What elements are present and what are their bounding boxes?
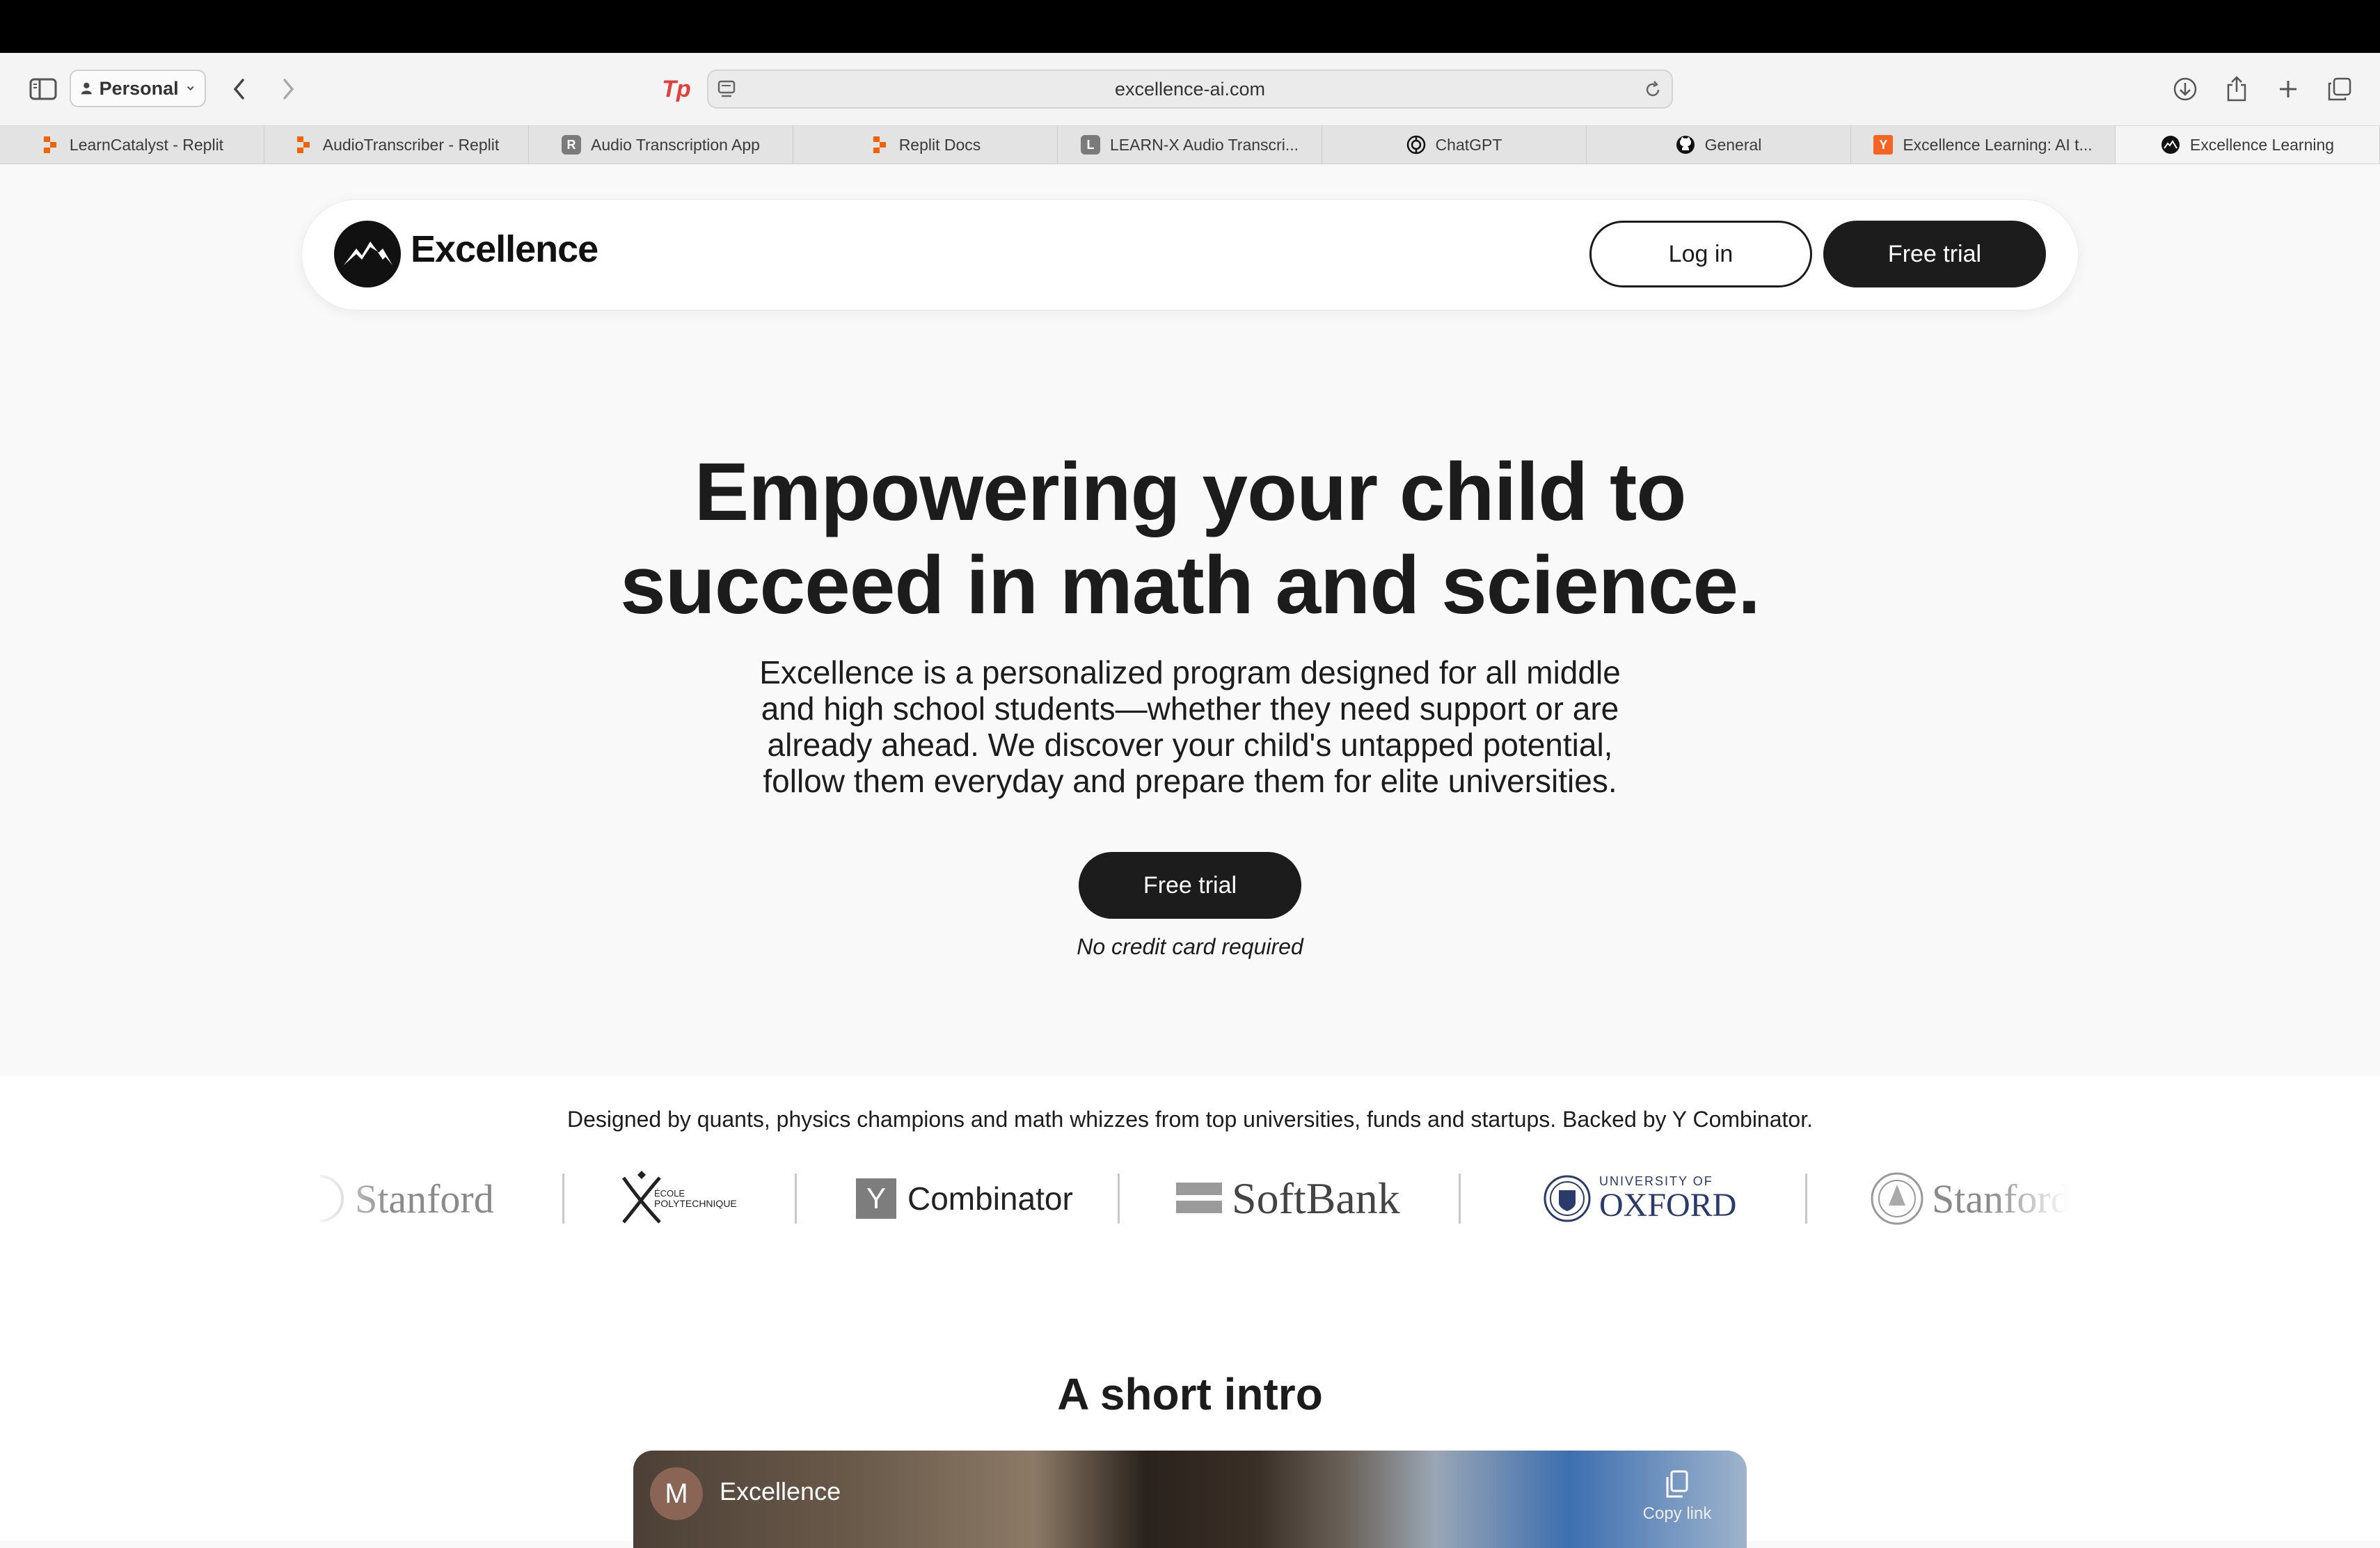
- tab-label: Replit Docs: [898, 135, 981, 154]
- tab-audio-transcription-app[interactable]: R Audio Transcription App: [529, 126, 793, 164]
- logo-divider: [1459, 1174, 1461, 1224]
- chevron-down-icon: [187, 86, 194, 91]
- tab-learn-x[interactable]: L LEARN-X Audio Transcri...: [1058, 126, 1322, 164]
- login-button[interactable]: Log in: [1589, 221, 1812, 287]
- intro-video-player[interactable]: M Excellence Copy link: [633, 1451, 1747, 1548]
- mountain-logo-icon[interactable]: [334, 221, 401, 287]
- polytechnique-logo: ÉCOLE POLYTECHNIQUE: [619, 1155, 737, 1242]
- polytechnique-top-text: ÉCOLE: [654, 1188, 685, 1199]
- video-title[interactable]: Excellence: [720, 1477, 841, 1506]
- system-top-bar: [0, 0, 2380, 53]
- tab-chatgpt[interactable]: ChatGPT: [1322, 126, 1587, 164]
- tab-general[interactable]: General: [1587, 126, 1851, 164]
- replit-icon: [294, 135, 313, 155]
- hero-subtitle-line: and high school students—whether they ne…: [761, 690, 1619, 727]
- tab-label: ChatGPT: [1435, 135, 1502, 154]
- oxford-logo: UNIVERSITY OF OXFORD: [1542, 1155, 1736, 1242]
- oxford-wordmark: OXFORD: [1599, 1187, 1737, 1224]
- page-settings-icon[interactable]: [717, 79, 738, 99]
- hero-subtitle: Excellence is a personalized program des…: [696, 654, 1684, 799]
- openai-icon: [1406, 135, 1426, 155]
- tab-label: Audio Transcription App: [591, 135, 760, 154]
- hero-subtitle-line: already ahead. We discover your child's …: [767, 727, 1613, 763]
- tab-excellence-learning[interactable]: Excellence Learning: [2116, 126, 2380, 164]
- extension-tp-icon[interactable]: Tp: [658, 74, 695, 104]
- share-icon[interactable]: [2221, 72, 2252, 106]
- channel-avatar[interactable]: M: [650, 1467, 703, 1520]
- hero-subtitle-line: Excellence is a personalized program des…: [759, 654, 1621, 690]
- hero-subtitle-line: follow them everyday and prepare them fo…: [763, 763, 1617, 799]
- logo-divider: [562, 1174, 564, 1224]
- yc-wordmark: Combinator: [907, 1180, 1073, 1217]
- excellence-icon: [2161, 135, 2180, 155]
- logo-row-fade-right: [1990, 1155, 2102, 1242]
- hero-free-trial-button[interactable]: Free trial: [1079, 852, 1301, 919]
- profile-selector[interactable]: Personal: [70, 70, 206, 107]
- softbank-bars-icon: [1176, 1183, 1222, 1213]
- ycombinator-logo: Y Combinator: [856, 1155, 1073, 1242]
- hero-title-line: succeed in math and science.: [620, 539, 1761, 631]
- copy-link-label: Copy link: [1642, 1504, 1712, 1523]
- copy-link-button[interactable]: Copy link: [1635, 1469, 1719, 1524]
- reload-icon[interactable]: [1642, 79, 1663, 100]
- hero-title-line: Empowering your child to: [694, 446, 1687, 538]
- github-icon: [1676, 135, 1695, 155]
- site-header: Excellence Log in Free trial: [301, 199, 2079, 310]
- letter-l-icon: L: [1081, 135, 1100, 155]
- polytechnique-bottom-text: POLYTECHNIQUE: [654, 1198, 737, 1209]
- tab-label: Excellence Learning: AI t...: [1903, 135, 2093, 154]
- oxford-top-text: UNIVERSITY OF: [1599, 1174, 1713, 1188]
- tab-label: AudioTranscriber - Replit: [322, 135, 500, 154]
- url-text: excellence-ai.com: [1114, 78, 1266, 100]
- sidebar-toggle-icon[interactable]: [26, 74, 60, 104]
- profile-label: Personal: [99, 77, 179, 99]
- replit-icon: [40, 135, 60, 155]
- tab-excellence-learning-yc[interactable]: Y Excellence Learning: AI t...: [1851, 126, 2116, 164]
- letter-r-icon: R: [562, 135, 582, 155]
- hero-title: Empowering your child to succeed in math…: [425, 445, 1955, 632]
- stanford-seal-icon: [1871, 1172, 1923, 1225]
- header-free-trial-button[interactable]: Free trial: [1823, 221, 2046, 287]
- backed-by-tagline: Designed by quants, physics champions an…: [567, 1107, 1813, 1132]
- softbank-wordmark: SoftBank: [1232, 1174, 1400, 1223]
- brand-name[interactable]: Excellence: [411, 228, 598, 271]
- tab-learncatalyst[interactable]: LearnCatalyst - Replit: [0, 126, 264, 164]
- address-bar[interactable]: excellence-ai.com: [707, 70, 1673, 109]
- forward-icon[interactable]: [273, 74, 303, 104]
- logo-divider: [1805, 1174, 1807, 1224]
- softbank-logo: SoftBank: [1176, 1155, 1400, 1242]
- ycombinator-icon: Y: [1873, 135, 1894, 155]
- tab-label: Excellence Learning: [2189, 135, 2335, 154]
- logo-divider: [795, 1174, 797, 1224]
- new-tab-icon[interactable]: [2273, 74, 2303, 104]
- tab-audiotranscriber[interactable]: AudioTranscriber - Replit: [264, 126, 529, 164]
- replit-icon: [870, 135, 889, 155]
- tab-label: LEARN-X Audio Transcri...: [1110, 135, 1299, 154]
- back-icon[interactable]: [224, 74, 255, 104]
- tab-label: LearnCatalyst - Replit: [69, 135, 224, 154]
- copy-icon: [1666, 1470, 1688, 1498]
- oxford-crest-icon: [1544, 1175, 1591, 1222]
- yc-square-icon: Y: [856, 1178, 896, 1219]
- browser-toolbar: Personal Tp excellence-ai.com: [0, 53, 2380, 126]
- tab-label: General: [1704, 135, 1762, 154]
- downloads-icon[interactable]: [2170, 74, 2200, 104]
- logo-divider: [1118, 1174, 1120, 1224]
- intro-title: A short intro: [1057, 1369, 1323, 1419]
- tab-bar: LearnCatalyst - Replit AudioTranscriber …: [0, 126, 2380, 164]
- tab-overview-icon[interactable]: [2324, 74, 2355, 104]
- no-credit-card-note: No credit card required: [1077, 934, 1303, 959]
- person-icon: [81, 82, 92, 95]
- logo-row-fade-left: [306, 1155, 390, 1242]
- tab-replit-docs[interactable]: Replit Docs: [793, 126, 1058, 164]
- partner-logo-row: Stanford ÉCOLE POLYTECHNIQUE Y Combinato…: [320, 1155, 2071, 1242]
